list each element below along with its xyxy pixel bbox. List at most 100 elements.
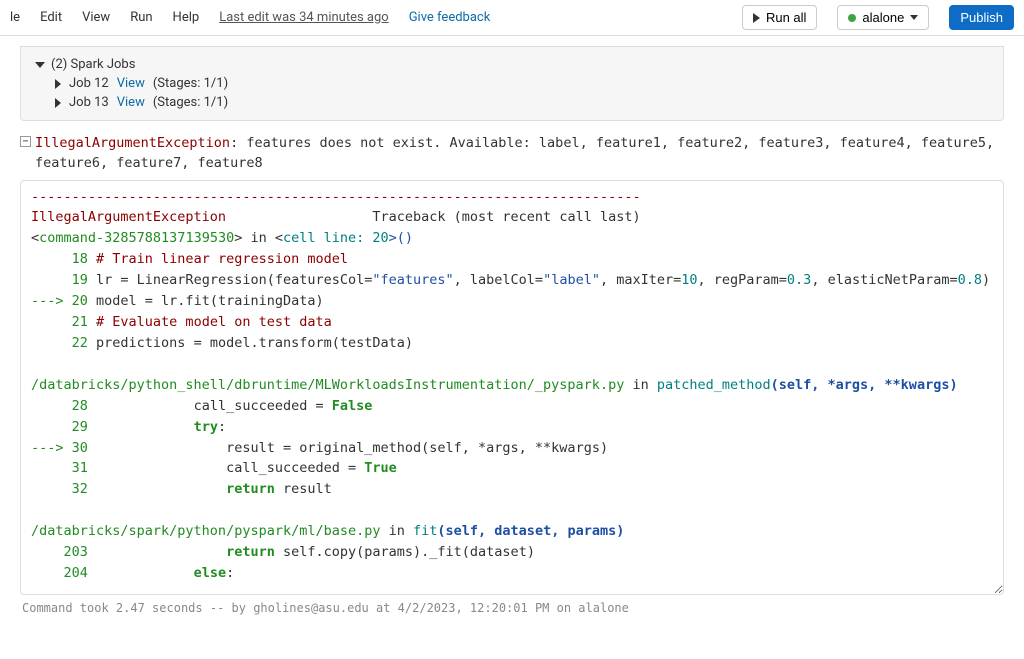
- menu-edit[interactable]: Edit: [40, 10, 62, 25]
- code-text: , elasticNetParam=: [811, 272, 957, 288]
- traceback-exc-name: IllegalArgumentException: [31, 209, 226, 225]
- frame-path: /databricks/python_shell/dbruntime/MLWor…: [31, 377, 624, 393]
- job-label: Job 12: [69, 76, 109, 91]
- frame-function: patched_method: [657, 377, 771, 393]
- line-number: 20: [72, 293, 96, 309]
- code-text: self.copy(params)._fit(dataset): [275, 544, 535, 560]
- notebook-content: (2) Spark Jobs Job 12 View (Stages: 1/1)…: [0, 46, 1024, 641]
- arrow-marker: --->: [31, 440, 72, 456]
- frame-function: fit: [413, 523, 437, 539]
- code-text: call_succeeded =: [96, 398, 332, 414]
- spark-jobs-title: (2) Spark Jobs: [51, 57, 135, 72]
- caret-right-icon[interactable]: [55, 79, 61, 89]
- chevron-down-icon: [910, 15, 918, 20]
- spark-jobs-toggle[interactable]: (2) Spark Jobs: [35, 57, 989, 72]
- traceback-header-rest: Traceback (most recent call last): [226, 209, 641, 225]
- code-text: [96, 419, 194, 435]
- frame-signature: (self, *args, **kwargs): [771, 377, 958, 393]
- caret-down-icon: [35, 62, 45, 68]
- error-output: − IllegalArgumentException: features doe…: [20, 121, 1004, 621]
- menu-run[interactable]: Run: [130, 10, 152, 25]
- code-keyword: else: [194, 565, 227, 581]
- menu-file[interactable]: le: [10, 10, 20, 25]
- code-text: result: [275, 481, 332, 497]
- line-number: 28: [31, 398, 96, 414]
- play-icon: [753, 13, 760, 23]
- code-number: 0.8: [958, 272, 982, 288]
- top-menu-bar: le Edit View Run Help Last edit was 34 m…: [0, 0, 1024, 36]
- code-keyword: return: [226, 481, 275, 497]
- code-keyword: return: [226, 544, 275, 560]
- status-dot-icon: [848, 14, 856, 22]
- code-number: 10: [681, 272, 697, 288]
- traceback-box[interactable]: ----------------------------------------…: [20, 180, 1004, 596]
- give-feedback-link[interactable]: Give feedback: [409, 10, 491, 25]
- menu-view[interactable]: View: [82, 10, 110, 25]
- command-id: command-3285788137139530: [39, 230, 234, 246]
- cluster-name: alalone: [862, 10, 904, 25]
- job-stages: (Stages: 1/1): [153, 76, 228, 91]
- line-number: 204: [31, 565, 96, 581]
- cell-line: cell line: 20: [283, 230, 389, 246]
- trace-text: >(): [389, 230, 413, 246]
- code-text: call_succeeded =: [96, 460, 364, 476]
- arrow-marker: --->: [31, 293, 72, 309]
- run-all-label: Run all: [766, 10, 806, 25]
- publish-button[interactable]: Publish: [949, 5, 1014, 30]
- line-number: 18: [31, 251, 96, 267]
- cluster-dropdown[interactable]: alalone: [837, 5, 929, 30]
- menu-help[interactable]: Help: [173, 10, 200, 25]
- code-string: "features": [372, 272, 453, 288]
- code-keyword: True: [364, 460, 397, 476]
- job-label: Job 13: [69, 95, 109, 110]
- line-number: 31: [31, 460, 96, 476]
- line-number: 21: [31, 314, 96, 330]
- code-keyword: False: [332, 398, 373, 414]
- frame-path: /databricks/spark/python/pyspark/ml/base…: [31, 523, 381, 539]
- code-text: [96, 544, 226, 560]
- line-number: 32: [31, 481, 96, 497]
- trace-text: <: [31, 230, 39, 246]
- line-number: 30: [72, 440, 96, 456]
- last-edit-link[interactable]: Last edit was 34 minutes ago: [219, 10, 389, 25]
- trace-text: in: [381, 523, 414, 539]
- line-number: 29: [31, 419, 96, 435]
- code-text: :: [226, 565, 234, 581]
- trace-text: in: [624, 377, 657, 393]
- code-text: :: [218, 419, 226, 435]
- code-number: 0.3: [787, 272, 811, 288]
- code-text: , labelCol=: [454, 272, 543, 288]
- traceback-separator: ----------------------------------------…: [31, 189, 641, 205]
- menu: le Edit View Run Help: [10, 10, 199, 25]
- code-keyword: try: [194, 419, 218, 435]
- code-text: ): [982, 272, 990, 288]
- code-text: , maxIter=: [600, 272, 681, 288]
- caret-right-icon[interactable]: [55, 98, 61, 108]
- code-text: lr = LinearRegression(featuresCol=: [96, 272, 372, 288]
- code-text: predictions = model.transform(testData): [96, 335, 413, 351]
- code-text: result = original_method(self, *args, **…: [96, 440, 608, 456]
- code-text: model = lr.fit(trainingData): [96, 293, 324, 309]
- code-comment: # Evaluate model on test data: [96, 314, 332, 330]
- line-number: 203: [31, 544, 96, 560]
- error-summary: − IllegalArgumentException: features doe…: [20, 131, 1004, 176]
- code-text: [96, 481, 226, 497]
- spark-job-row: Job 13 View (Stages: 1/1): [35, 91, 989, 110]
- job-view-link[interactable]: View: [117, 95, 145, 110]
- code-text: [96, 565, 194, 581]
- line-number: 22: [31, 335, 96, 351]
- job-view-link[interactable]: View: [117, 76, 145, 91]
- collapse-icon[interactable]: −: [20, 136, 31, 147]
- exception-name: IllegalArgumentException: [35, 135, 230, 151]
- code-comment: # Train linear regression model: [96, 251, 348, 267]
- trace-text: > in <: [234, 230, 283, 246]
- frame-signature: (self, dataset, params): [437, 523, 624, 539]
- line-number: 19: [31, 272, 96, 288]
- code-text: , regParam=: [698, 272, 787, 288]
- job-stages: (Stages: 1/1): [153, 95, 228, 110]
- spark-job-row: Job 12 View (Stages: 1/1): [35, 72, 989, 91]
- run-all-button[interactable]: Run all: [742, 5, 817, 30]
- command-status: Command took 2.47 seconds -- by gholines…: [20, 595, 1004, 621]
- code-string: "label": [543, 272, 600, 288]
- spark-jobs-panel: (2) Spark Jobs Job 12 View (Stages: 1/1)…: [20, 46, 1004, 121]
